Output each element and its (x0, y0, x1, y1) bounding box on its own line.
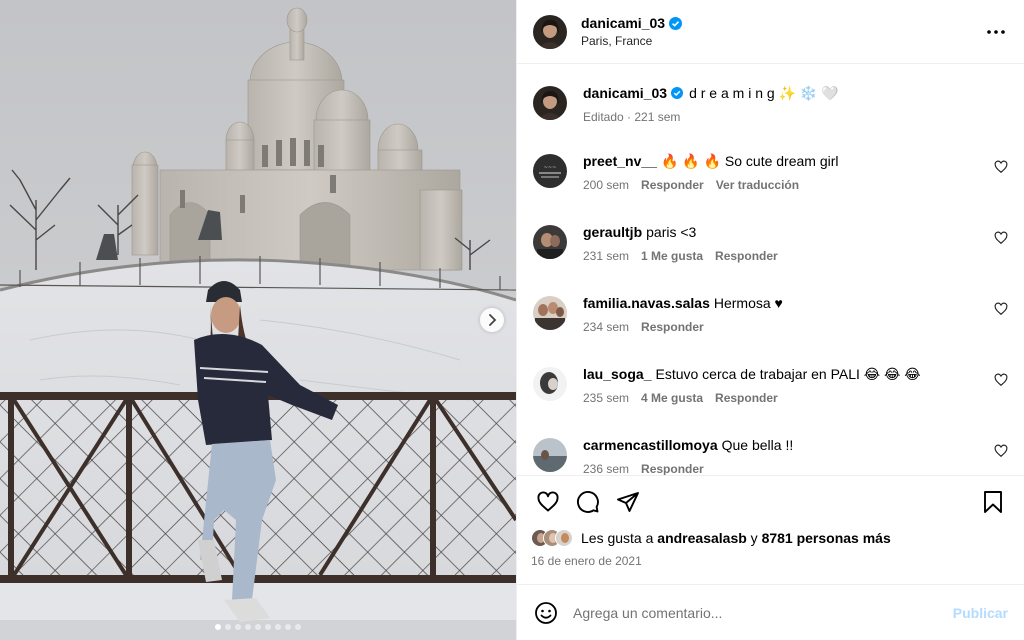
likes-prefix: Les gusta a (581, 530, 654, 546)
carousel-dot (215, 624, 221, 630)
comment-age[interactable]: 235 sem (583, 391, 629, 405)
likes-summary: Les gusta a andreasalasb y 8781 personas… (531, 528, 1010, 548)
caption-text: d r e a m i n g ✨ ❄️ 🤍 (689, 85, 839, 101)
more-options-button[interactable] (984, 20, 1008, 44)
liker-username[interactable]: andreasalasb (657, 530, 747, 546)
likers-avatars (531, 529, 573, 547)
like-comment-icon[interactable] (994, 302, 1008, 316)
carousel-dot (225, 624, 231, 630)
comment-input[interactable] (573, 604, 953, 621)
bookmark-icon (984, 491, 1002, 513)
comment-row: ~~~ preet_nv__ 🔥 🔥 🔥 So cute dream girl 2… (533, 148, 1008, 192)
likes-count[interactable]: 8781 personas más (762, 530, 891, 546)
publish-button[interactable]: Publicar (953, 605, 1008, 621)
carousel-dot (275, 624, 281, 630)
carousel-dot (245, 624, 251, 630)
comment-username[interactable]: lau_soga_ (583, 366, 651, 382)
comments-list: danicami_03 d r e a m i n g ✨ ❄️ 🤍 Editad… (517, 64, 1024, 475)
avatar[interactable] (533, 225, 567, 259)
photo-scene (0, 0, 516, 640)
comment-age[interactable]: 231 sem (583, 249, 629, 263)
avatar[interactable] (533, 296, 567, 330)
more-options-icon (987, 29, 1005, 34)
post-author-username[interactable]: danicami_03 (581, 15, 683, 31)
carousel-dot (265, 624, 271, 630)
emoji-icon (535, 601, 557, 624)
carousel-indicator (0, 624, 516, 630)
like-button[interactable] (531, 485, 565, 519)
post-panel: danicami_03 Paris, France danicami_03d r… (516, 0, 1024, 640)
carousel-dot (285, 624, 291, 630)
reply-button[interactable]: Responder (641, 462, 704, 475)
chevron-right-icon (489, 314, 497, 326)
likes-text: Les gusta a andreasalasb y 8781 personas… (581, 530, 891, 546)
post-header: danicami_03 Paris, France (517, 0, 1024, 64)
avatar[interactable] (533, 14, 567, 49)
comment-age[interactable]: 234 sem (583, 320, 629, 334)
post-actions-area: Les gusta a andreasalasb y 8781 personas… (517, 475, 1024, 568)
like-comment-icon[interactable] (994, 444, 1008, 458)
comment-row: lau_soga_ Estuvo cerca de trabajar en PAL… (533, 361, 1008, 405)
avatar[interactable] (533, 367, 567, 401)
comment-username[interactable]: familia.navas.salas (583, 295, 710, 311)
send-icon (617, 492, 639, 512)
comment-text: Hermosa ♥ (713, 295, 783, 311)
comment-likes[interactable]: 4 Me gusta (641, 391, 703, 405)
comment-username[interactable]: preet_nv__ (583, 153, 657, 169)
avatar (555, 529, 573, 547)
avatar[interactable] (533, 438, 567, 472)
heart-icon (537, 491, 559, 512)
comment-row: carmencastillomoya Que bella !! 236 sem R… (533, 432, 1008, 475)
likes-connector: y (750, 530, 758, 546)
action-bar (531, 476, 1010, 528)
verified-badge-icon (671, 87, 684, 99)
reply-button[interactable]: Responder (715, 249, 778, 263)
post-date[interactable]: 16 de enero de 2021 (531, 554, 1010, 568)
comment-composer: Publicar (517, 584, 1024, 640)
reply-button[interactable]: Responder (641, 178, 704, 192)
comment-button[interactable] (571, 485, 605, 519)
reply-button[interactable]: Responder (715, 391, 778, 405)
carousel-dot (255, 624, 261, 630)
comment-username[interactable]: geraultjb (583, 224, 642, 240)
comment-text: 🔥 🔥 🔥 So cute dream girl (660, 153, 839, 169)
like-comment-icon[interactable] (994, 373, 1008, 387)
caption-username[interactable]: danicami_03 (583, 85, 667, 101)
avatar[interactable] (533, 86, 567, 120)
like-comment-icon[interactable] (994, 231, 1008, 245)
svg-text:~~~: ~~~ (544, 165, 557, 171)
comment-text: paris <3 (646, 224, 697, 240)
comment-row: geraultjb paris <3 231 sem 1 Me gusta Res… (533, 219, 1008, 263)
carousel-dot (235, 624, 241, 630)
caption-meta: Editado · 221 sem (583, 110, 681, 124)
like-comment-icon[interactable] (994, 160, 1008, 174)
translate-button[interactable]: Ver traducción (716, 178, 799, 192)
carousel-next-button[interactable] (480, 308, 504, 332)
post-location[interactable]: Paris, France (581, 34, 984, 48)
post-dialog: danicami_03 Paris, France danicami_03d r… (0, 0, 1024, 640)
emoji-button[interactable] (533, 600, 559, 626)
comment-text: Que bella !! (721, 437, 794, 453)
comment-age[interactable]: 200 sem (583, 178, 629, 192)
comment-row: familia.navas.salas Hermosa ♥ 234 sem Res… (533, 290, 1008, 334)
reply-button[interactable]: Responder (641, 320, 704, 334)
avatar[interactable]: ~~~ (533, 154, 567, 188)
carousel-dot (295, 624, 301, 630)
verified-badge-icon (669, 16, 683, 30)
post-photo (0, 0, 516, 640)
save-button[interactable] (976, 485, 1010, 519)
comment-icon (577, 491, 599, 513)
comment-likes[interactable]: 1 Me gusta (641, 249, 703, 263)
comment-username[interactable]: carmencastillomoya (583, 437, 718, 453)
share-button[interactable] (611, 485, 645, 519)
caption: danicami_03 d r e a m i n g ✨ ❄️ 🤍 Editad… (533, 80, 1008, 124)
comment-age[interactable]: 236 sem (583, 462, 629, 475)
username-text[interactable]: danicami_03 (581, 15, 665, 31)
comment-text: Estuvo cerca de trabajar en PALI 😂 😂 😂 (655, 366, 921, 382)
